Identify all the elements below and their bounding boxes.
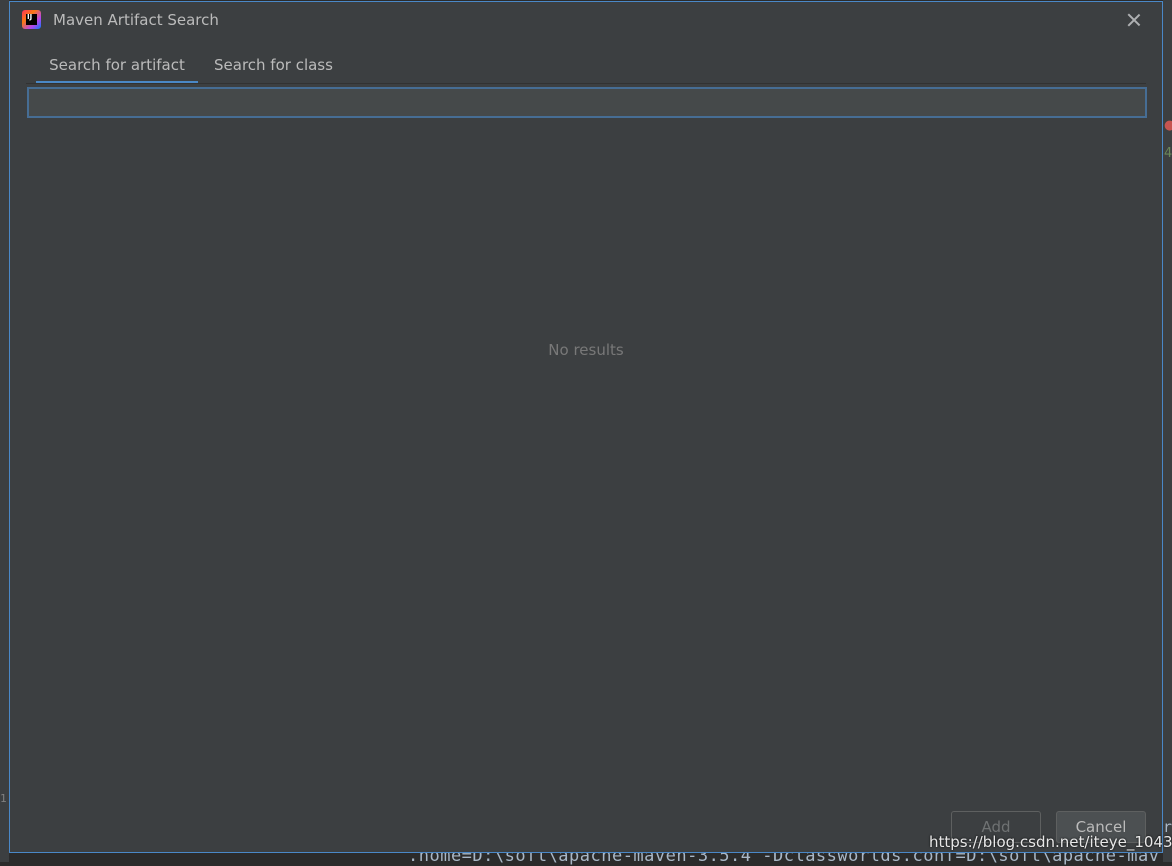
tab-separator [26,83,1146,84]
maven-artifact-search-dialog: IJ Maven Artifact Search Search for arti… [9,1,1163,853]
line-number-fragment: 1 [0,792,7,805]
close-icon[interactable] [1124,10,1144,30]
no-results-message: No results [548,341,624,359]
intellij-idea-icon: IJ [22,10,41,29]
ide-left-strip [0,0,9,862]
error-marker-icon: ● [1164,118,1172,133]
app-icon-label: IJ [27,13,33,21]
tab-search-for-artifact[interactable]: Search for artifact [36,48,198,84]
dialog-titlebar[interactable]: IJ Maven Artifact Search [10,2,1162,38]
dialog-title: Maven Artifact Search [53,11,219,29]
watermark-text: https://blog.csdn.net/iteye_10432 [929,833,1172,851]
line-number-fragment: 4 [1164,146,1172,161]
tab-search-for-class[interactable]: Search for class [214,48,333,84]
artifact-search-input[interactable] [27,87,1147,118]
